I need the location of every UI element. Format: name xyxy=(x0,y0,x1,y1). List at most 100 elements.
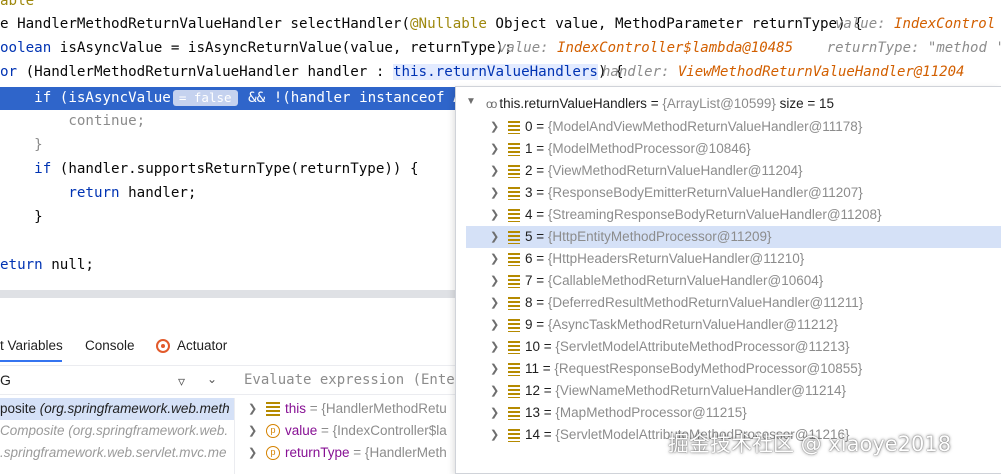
code-text: e HandlerMethodReturnValueHandler select… xyxy=(0,16,410,32)
item-text: 2 = {ViewMethodReturnValueHandler@11204} xyxy=(525,160,803,182)
frame-item[interactable]: Composite (org.springframework.web. xyxy=(0,420,234,442)
item-value: {ModelMethodProcessor@10846} xyxy=(547,141,751,156)
parameter-icon: p xyxy=(266,446,280,460)
nullable-annotation: @Nullable xyxy=(410,16,487,32)
chevron-right-icon[interactable]: ❯ xyxy=(490,226,499,248)
evaluate-expression-input[interactable]: Evaluate expression (Enter xyxy=(244,372,463,388)
item-index: 13 xyxy=(525,405,541,420)
return-value-handlers-field[interactable]: returnValueHandlers xyxy=(435,64,598,80)
chevron-right-icon[interactable]: ❯ xyxy=(490,336,499,358)
popup-list-item[interactable]: ❯ 12 = {ViewNameMethodReturnValueHandler@… xyxy=(466,380,1001,402)
equals-sign: = xyxy=(540,383,556,398)
item-index: 11 xyxy=(525,361,540,376)
panel-splitter[interactable] xyxy=(0,290,460,298)
field-icon xyxy=(508,341,520,354)
code-line-method-signature: e HandlerMethodReturnValueHandler select… xyxy=(0,13,863,36)
item-value: {StreamingResponseBodyReturnValueHandler… xyxy=(547,207,882,222)
chevron-right-icon[interactable]: ❯ xyxy=(490,204,499,226)
variable-value: = {HandlerMethodRetu xyxy=(306,401,447,416)
tab-actuator[interactable]: Actuator xyxy=(177,338,227,353)
code-text: isAsyncValue = isAsyncReturnValue(value,… xyxy=(51,40,513,56)
popup-list-item[interactable]: ❯ 3 = {ResponseBodyEmitterReturnValueHand… xyxy=(466,182,1001,204)
chevron-right-icon[interactable]: ❯ xyxy=(490,402,499,424)
chevron-right-icon[interactable]: ❯ xyxy=(490,380,499,402)
equals-sign: = xyxy=(532,119,548,134)
item-value: {DeferredResultMethodReturnValueHandler@… xyxy=(547,295,864,310)
item-index: 1 xyxy=(525,141,533,156)
chevron-right-icon[interactable]: ❯ xyxy=(490,182,499,204)
chevron-right-icon[interactable]: ❯ xyxy=(490,116,499,138)
variable-row[interactable]: ❯ p value = {IndexController$la xyxy=(240,420,460,442)
chevron-right-icon[interactable]: ❯ xyxy=(490,358,499,380)
popup-list-item[interactable]: ❯ 10 = {ServletModelAttributeMethodProces… xyxy=(466,336,1001,358)
inline-value-hint: value: IndexControl xyxy=(835,16,995,32)
popup-list-item[interactable]: ❯ 2 = {ViewMethodReturnValueHandler@11204… xyxy=(466,160,1001,182)
chevron-down-icon[interactable]: ▼ xyxy=(466,96,476,107)
chevron-right-icon[interactable]: ❯ xyxy=(490,424,499,446)
code-line-close-brace: } xyxy=(0,137,43,153)
tab-console[interactable]: Console xyxy=(85,338,135,353)
equals-sign: = xyxy=(646,96,663,111)
variables-tree: ❯ this = {HandlerMethodRetu ❯ p value = … xyxy=(240,398,460,474)
popup-list-item[interactable]: ❯ 5 = {HttpEntityMethodProcessor@11209} xyxy=(466,226,1001,248)
popup-list-item[interactable]: ❯ 6 = {HttpHeadersReturnValueHandler@1121… xyxy=(466,248,1001,270)
frame-item[interactable]: .springframework.web.servlet.mvc.me xyxy=(0,442,234,464)
item-value: {HttpEntityMethodProcessor@11209} xyxy=(547,229,772,244)
field-icon xyxy=(508,231,520,244)
item-value: {ViewMethodReturnValueHandler@11204} xyxy=(547,163,803,178)
popup-list-item[interactable]: ❯ 8 = {DeferredResultMethodReturnValueHan… xyxy=(466,292,1001,314)
item-value: {ResponseBodyEmitterReturnValueHandler@1… xyxy=(547,185,863,200)
field-icon xyxy=(508,319,520,332)
chevron-right-icon[interactable]: ❯ xyxy=(490,292,499,314)
tab-variables[interactable]: t Variables xyxy=(0,338,63,353)
code-text: . xyxy=(427,64,436,80)
hint-label: value: xyxy=(835,16,895,32)
variable-value: = {IndexController$la xyxy=(317,423,447,438)
frame-package: (org.springframework.web. xyxy=(68,423,229,438)
frames-variables-divider[interactable] xyxy=(234,398,235,474)
equals-sign: = xyxy=(532,141,548,156)
popup-list-item[interactable]: ❯ 0 = {ModelAndViewMethodReturnValueHandl… xyxy=(466,116,1001,138)
popup-list-item[interactable]: ❯ 9 = {AsyncTaskMethodReturnValueHandler@… xyxy=(466,314,1001,336)
chevron-right-icon[interactable]: ❯ xyxy=(248,442,257,464)
item-text: 10 = {ServletModelAttributeMethodProcess… xyxy=(525,336,850,358)
item-text: 12 = {ViewNameMethodReturnValueHandler@1… xyxy=(525,380,846,402)
popup-list-item[interactable]: ❯ 13 = {MapMethodProcessor@11215} xyxy=(466,402,1001,424)
variable-row[interactable]: ❯ this = {HandlerMethodRetu xyxy=(240,398,460,420)
item-index: 8 xyxy=(525,295,533,310)
item-value: {CallableMethodReturnValueHandler@10604} xyxy=(547,273,824,288)
item-text: 5 = {HttpEntityMethodProcessor@11209} xyxy=(525,226,772,248)
this-keyword[interactable]: this xyxy=(392,64,428,80)
hint-label: value: xyxy=(498,40,558,56)
chevron-right-icon[interactable]: ❯ xyxy=(248,398,257,420)
chevron-right-icon[interactable]: ❯ xyxy=(490,138,499,160)
item-index: 9 xyxy=(525,317,533,332)
chevron-right-icon[interactable]: ❯ xyxy=(248,420,257,442)
watermark: 掘金技术社区 @ xiaoye2018 xyxy=(668,432,952,456)
popup-list-item[interactable]: ❯ 4 = {StreamingResponseBodyReturnValueHa… xyxy=(466,204,1001,226)
actuator-icon xyxy=(156,339,170,353)
inline-value-popup[interactable]: ▼ oo this.returnValueHandlers = {ArrayLis… xyxy=(455,86,1001,474)
code-line-if-supports: if (handler.supportsReturnType(returnTyp… xyxy=(0,158,418,181)
chevron-right-icon[interactable]: ❯ xyxy=(490,248,499,270)
equals-sign: = xyxy=(532,273,548,288)
item-value: {MapMethodProcessor@11215} xyxy=(555,405,747,420)
chevron-right-icon[interactable]: ❯ xyxy=(490,270,499,292)
popup-list-item[interactable]: ❯ 7 = {CallableMethodReturnValueHandler@1… xyxy=(466,270,1001,292)
frame-item[interactable]: posite (org.springframework.web.meth xyxy=(0,398,234,420)
filter-icon[interactable]: ▿ xyxy=(178,373,185,390)
debug-tabs: t Variables Console Actuator xyxy=(0,332,240,362)
chevron-right-icon[interactable]: ❯ xyxy=(490,314,499,336)
variable-name: this xyxy=(285,401,307,416)
chevron-right-icon[interactable]: ❯ xyxy=(490,160,499,182)
chevron-down-icon[interactable]: ⌄ xyxy=(207,372,217,386)
popup-list-item[interactable]: ❯ 11 = {RequestResponseBodyMethodProcesso… xyxy=(466,358,1001,380)
item-index: 5 xyxy=(525,229,533,244)
hint-value: IndexController$lambda@10485 xyxy=(557,40,794,56)
item-text: 4 = {StreamingResponseBodyReturnValueHan… xyxy=(525,204,882,226)
popup-list-item[interactable]: ❯ 1 = {ModelMethodProcessor@10846} xyxy=(466,138,1001,160)
keyword: return xyxy=(0,185,120,201)
thread-selector[interactable]: G xyxy=(0,372,11,388)
item-text: 3 = {ResponseBodyEmitterReturnValueHandl… xyxy=(525,182,863,204)
variable-row[interactable]: ❯ p returnType = {HandlerMeth xyxy=(240,442,460,464)
